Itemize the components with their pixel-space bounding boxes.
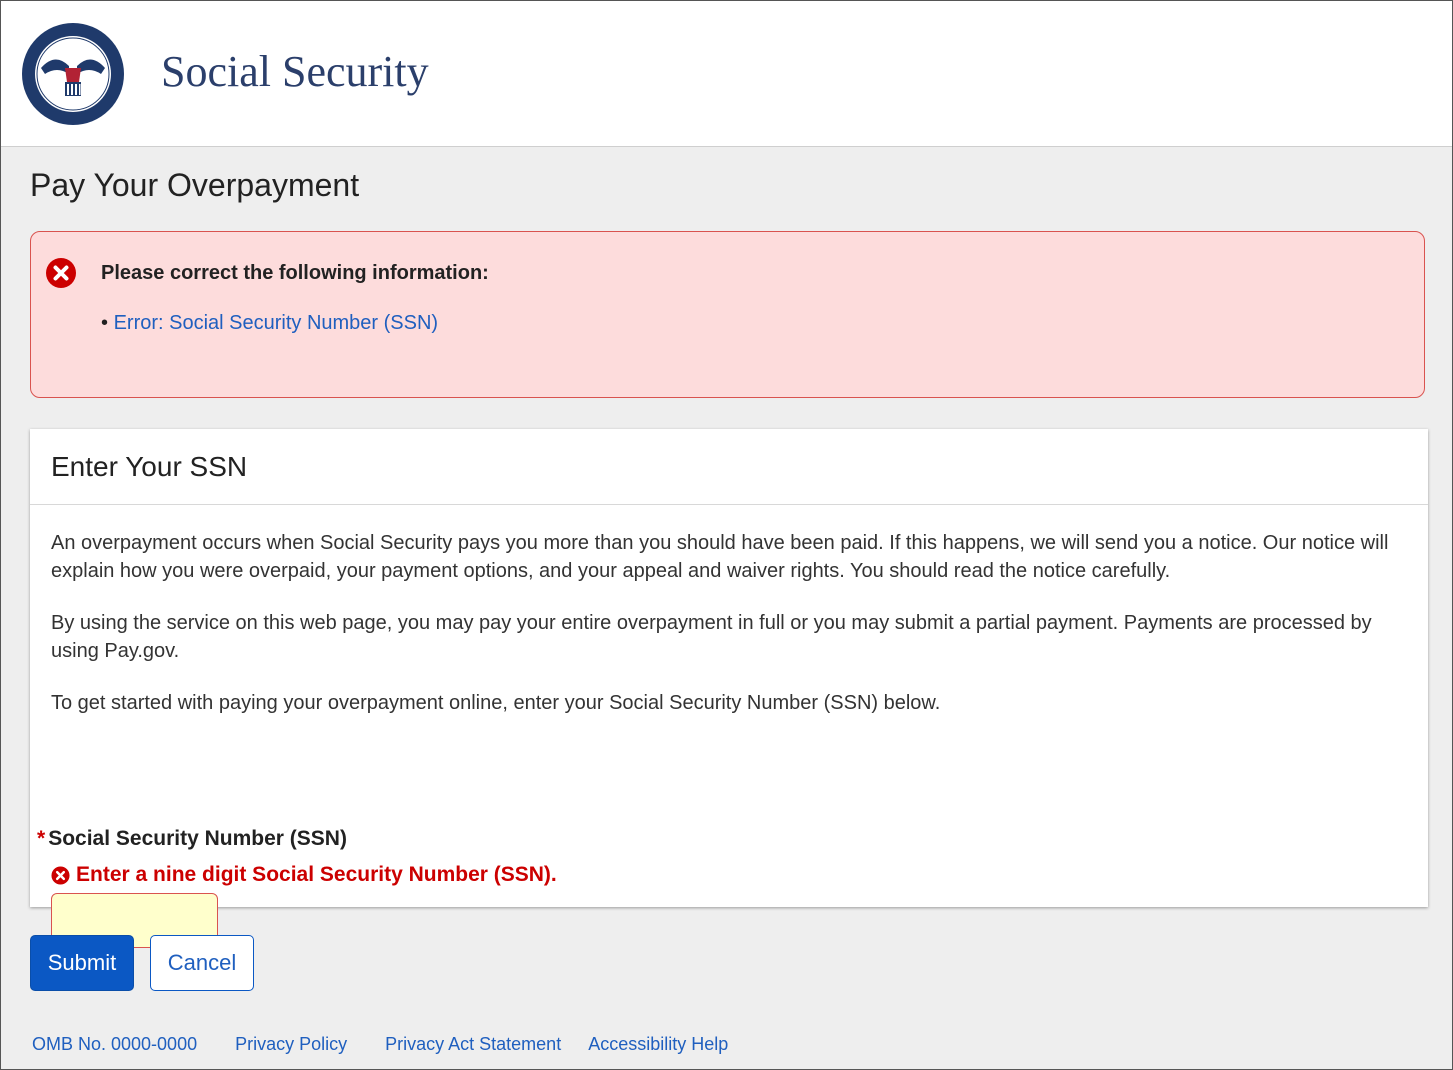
privacy-policy-link[interactable]: Privacy Policy: [235, 1034, 347, 1055]
site-header: Social Security: [1, 1, 1452, 147]
error-circle-icon: [51, 865, 70, 885]
site-title: Social Security: [161, 47, 429, 96]
footer-links: OMB No. 0000-0000 Privacy Policy Privacy…: [32, 1034, 766, 1055]
privacy-act-statement-link[interactable]: Privacy Act Statement: [385, 1034, 561, 1055]
ssa-seal-logo[interactable]: [21, 22, 125, 126]
page-title: Pay Your Overpayment: [30, 167, 360, 203]
submit-button[interactable]: Submit: [30, 935, 134, 991]
page-frame: Social Security Pay Your Overpayment Ple…: [0, 0, 1453, 1070]
intro-paragraph: An overpayment occurs when Social Securi…: [51, 532, 1389, 582]
ssn-field-label: * Social Security Number (SSN): [37, 827, 347, 851]
ssn-field-error: Enter a nine digit Social Security Numbe…: [51, 863, 557, 887]
omb-number: OMB No. 0000-0000: [32, 1034, 198, 1054]
accessibility-help-link[interactable]: Accessibility Help: [588, 1034, 728, 1055]
ssn-error-text: Enter a nine digit Social Security Numbe…: [76, 863, 557, 886]
card-header: Enter Your SSN: [30, 429, 1428, 505]
ssn-card: Enter Your SSN An overpayment occurs whe…: [30, 429, 1428, 948]
card-title: Enter Your SSN: [51, 450, 248, 482]
alert-heading: Please correct the following information…: [101, 262, 489, 284]
ssn-label-text: Social Security Number (SSN): [48, 827, 347, 850]
alert-error-list: • Error: Social Security Number (SSN): [101, 312, 439, 334]
ssn-error-link[interactable]: Error: Social Security Number (SSN): [114, 312, 439, 334]
error-circle-icon: [46, 258, 76, 288]
instructions-paragraph: To get started with paying your overpaym…: [51, 692, 941, 714]
payment-paragraph: By using the service on this web page, y…: [51, 612, 1372, 662]
error-summary-alert: Please correct the following information…: [30, 231, 1425, 398]
cancel-button[interactable]: Cancel: [150, 935, 254, 991]
required-marker: *: [37, 827, 46, 850]
